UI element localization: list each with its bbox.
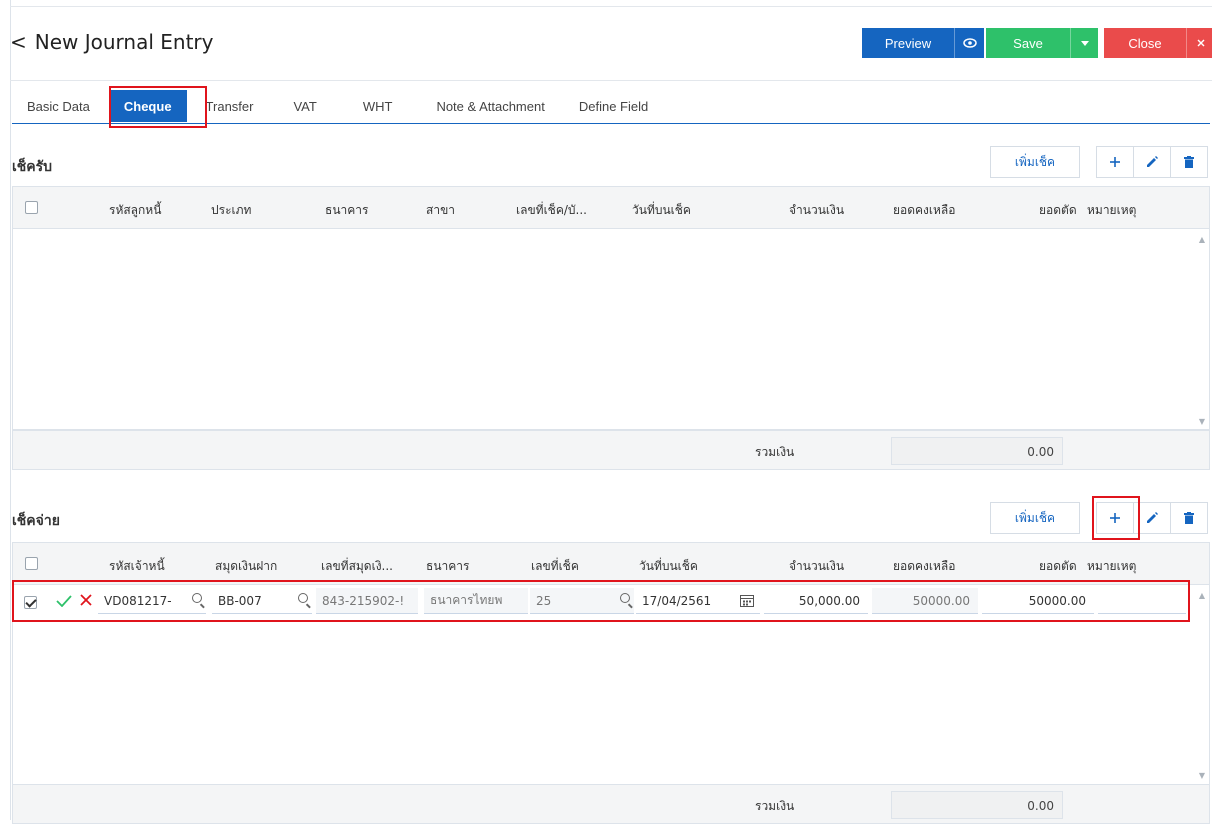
column-header: วันที่บนเช็ค [639,559,698,573]
scroll-down-arrow[interactable]: ▼ [1199,771,1205,780]
received-select-all-checkbox[interactable] [25,201,38,214]
paid-select-all-checkbox[interactable] [25,557,38,570]
close-button[interactable]: Close [1104,28,1186,58]
close-x-button[interactable] [1186,28,1212,58]
pencil-icon [1147,156,1158,167]
column-header: สมุดเงินฝาก [215,559,278,573]
tab-note-attachment[interactable]: Note & Attachment [421,90,559,122]
received-add-button[interactable] [1096,146,1134,178]
preview-button[interactable]: Preview [862,28,954,58]
column-header: เลขที่เช็ค [531,559,579,573]
received-total-footer: รวมเงิน 0.00 [12,430,1210,470]
paid-delete-button[interactable] [1170,502,1208,534]
save-dropdown-button[interactable] [1070,28,1098,58]
chevron-left-icon: < [10,30,27,54]
paid-grid-header: รหัสเจ้าหนี้ สมุดเงินฝาก เลขที่สมุดเงิ..… [13,543,1209,585]
highlight-add-button [1092,496,1140,540]
column-header: รหัสลูกหนี้ [109,203,162,217]
received-cheques-grid: รหัสลูกหนี้ ประเภท ธนาคาร สาขา เลขที่เช็… [12,186,1210,430]
column-header: ธนาคาร [325,203,369,217]
column-header: จำนวนเงิน [789,559,845,573]
tab-basic-data[interactable]: Basic Data [12,90,105,122]
received-cheques-title: เช็ครับ [12,159,53,175]
preview-eye-button[interactable] [954,28,984,58]
page-title: New Journal Entry [34,30,214,54]
received-total-value: 0.00 [891,437,1063,465]
scroll-up-arrow[interactable]: ▲ [1199,591,1205,600]
close-button-group: Close [1104,28,1212,58]
column-header: ประเภท [211,203,252,217]
tab-vat[interactable]: VAT [278,90,331,122]
column-header: เลขที่เช็ค/บั... [516,203,587,217]
column-header: จำนวนเงิน [789,203,845,217]
received-delete-button[interactable] [1170,146,1208,178]
column-header: หมายเหตุ [1087,559,1137,573]
top-border [10,6,1212,7]
save-button[interactable]: Save [986,28,1070,58]
eye-icon [962,38,977,48]
column-header: วันที่บนเช็ค [632,203,691,217]
received-grid-header: รหัสลูกหนี้ ประเภท ธนาคาร สาขา เลขที่เช็… [13,187,1209,229]
column-header: ยอดตัด [1039,203,1077,217]
column-header: ธนาคาร [426,559,470,573]
received-total-label: รวมเงิน [755,445,795,459]
close-icon [1197,39,1204,47]
back-link[interactable]: < New Journal Entry [10,30,214,54]
paid-cheques-grid: รหัสเจ้าหนี้ สมุดเงินฝาก เลขที่สมุดเงิ..… [12,542,1210,786]
paid-total-label: รวมเงิน [755,799,795,813]
preview-button-group: Preview [862,28,984,58]
pencil-icon [1147,512,1158,523]
tab-define-field[interactable]: Define Field [564,90,663,122]
paid-add-cheque-button[interactable]: เพิ่มเช็ค [990,502,1080,534]
trash-icon [1184,512,1194,524]
scroll-down-arrow[interactable]: ▼ [1199,417,1205,426]
received-add-cheque-button[interactable]: เพิ่มเช็ค [990,146,1080,178]
column-header: สาขา [426,203,456,217]
header-divider [10,80,1212,81]
column-header: รหัสเจ้าหนี้ [109,559,165,573]
highlight-cheque-tab [109,86,207,128]
scroll-up-arrow[interactable]: ▲ [1199,235,1205,244]
column-header: เลขที่สมุดเงิ... [321,559,393,573]
paid-total-footer: รวมเงิน 0.00 [12,784,1210,824]
column-header: ยอดคงเหลือ [893,203,956,217]
paid-cheques-title: เช็คจ่าย [12,513,60,529]
caret-down-icon [1080,40,1089,46]
trash-icon [1184,156,1194,168]
save-button-group: Save [986,28,1098,58]
tab-wht[interactable]: WHT [348,90,408,122]
column-header: หมายเหตุ [1087,203,1137,217]
received-edit-button[interactable] [1133,146,1171,178]
column-header: ยอดคงเหลือ [893,559,956,573]
highlight-data-row [12,580,1190,622]
column-header: ยอดตัด [1039,559,1077,573]
paid-total-value: 0.00 [891,791,1063,819]
plus-icon [1110,157,1120,167]
